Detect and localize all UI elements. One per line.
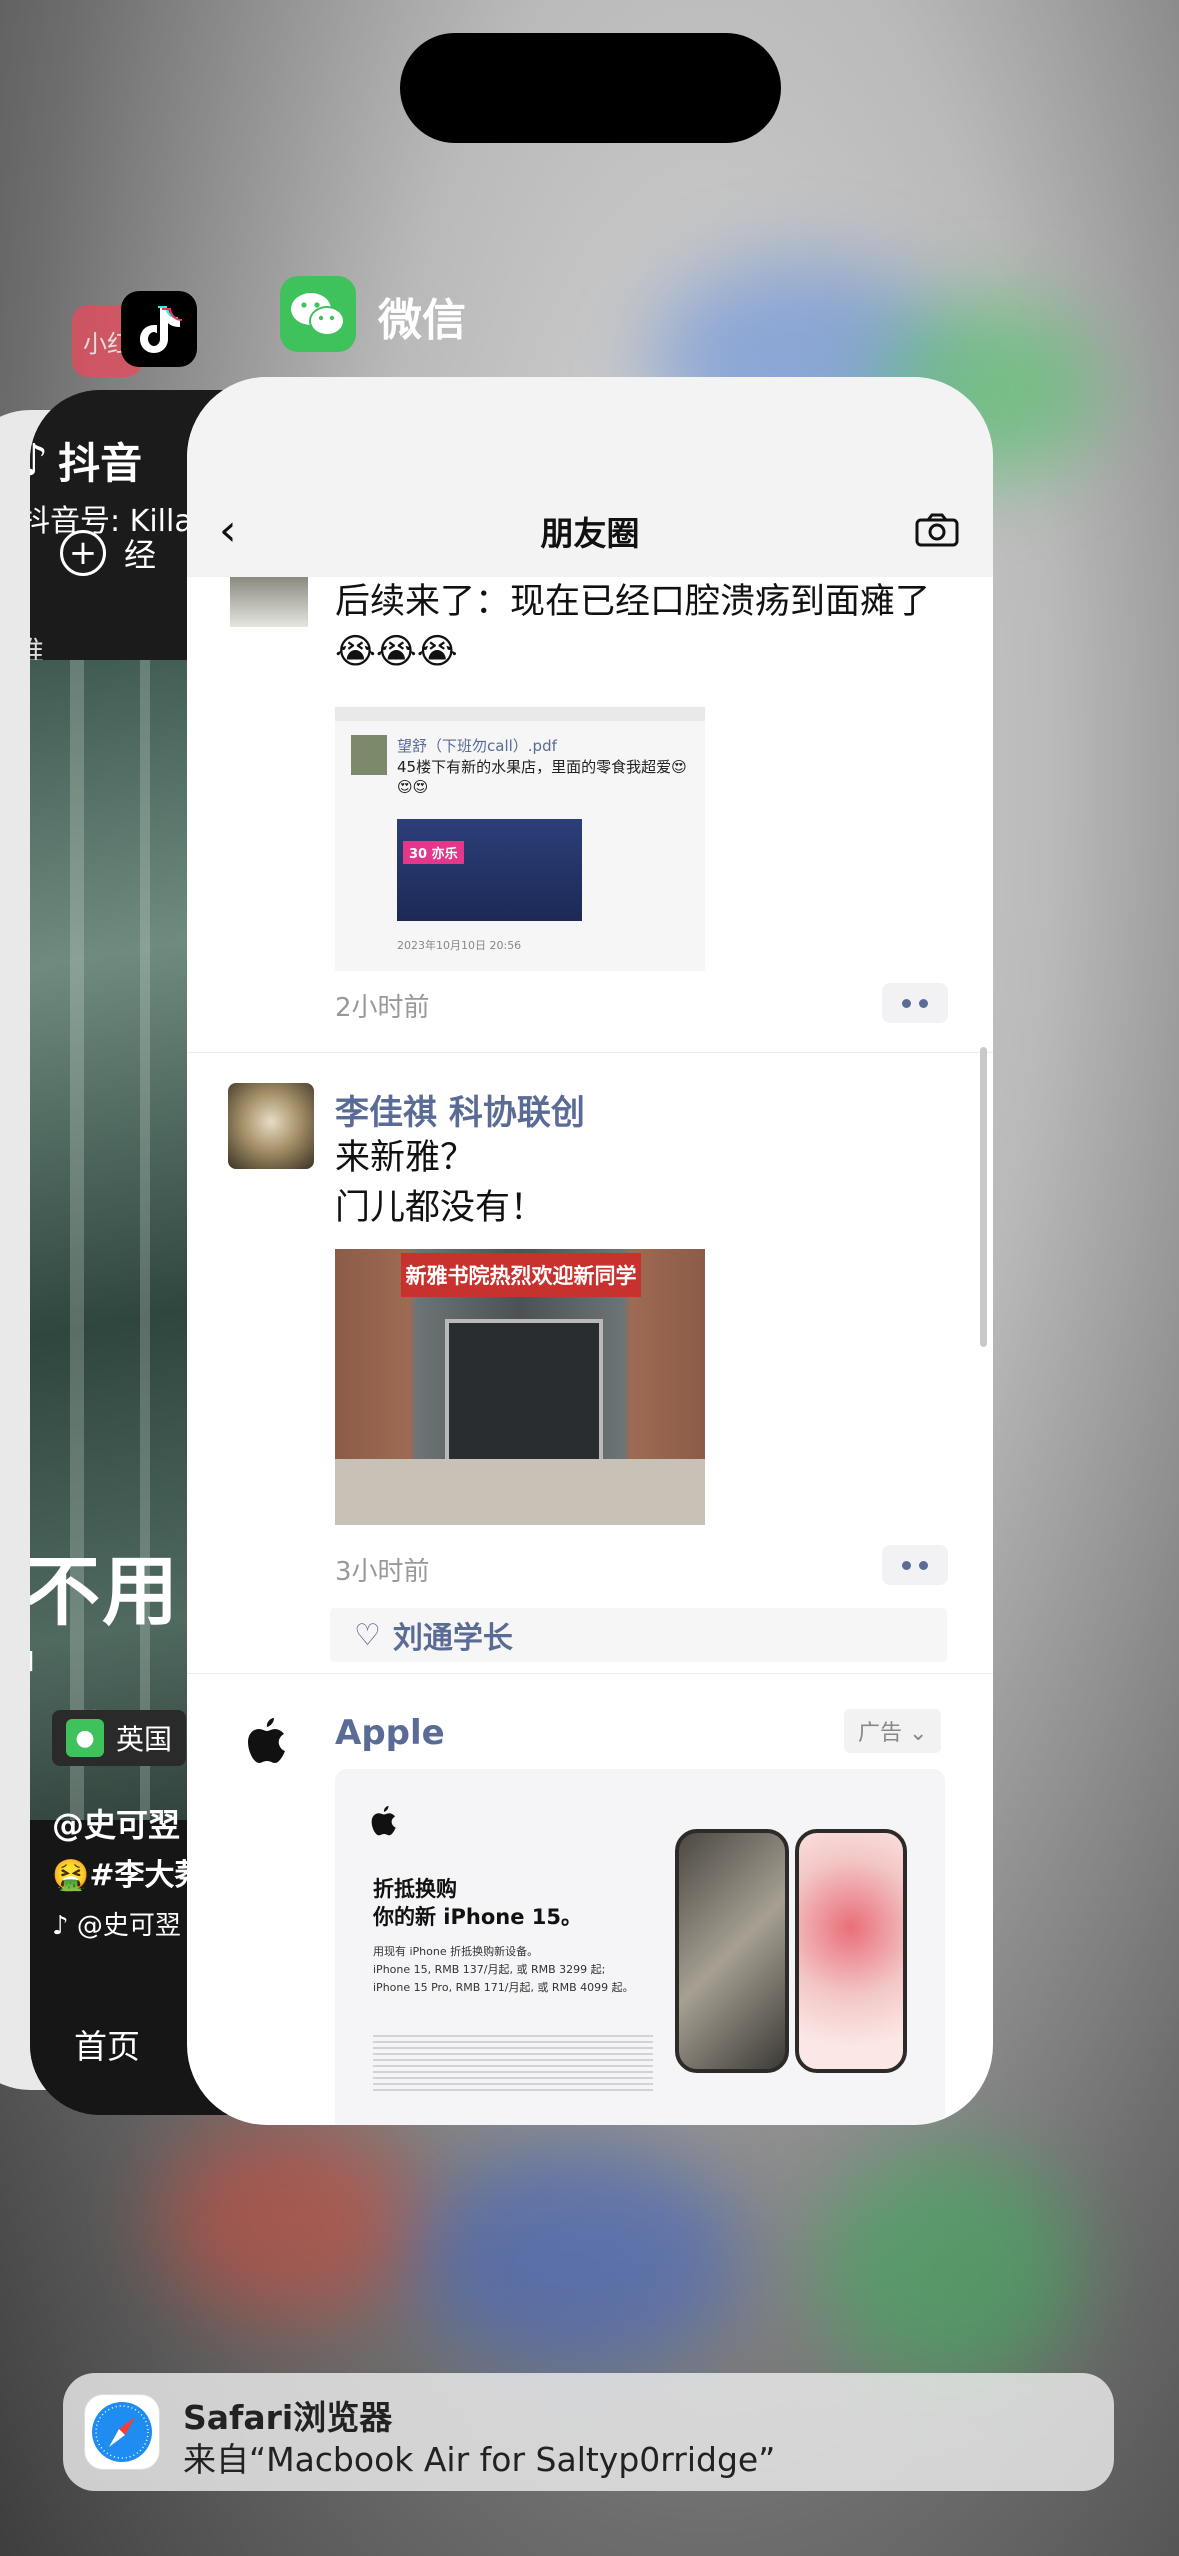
plus-icon: + bbox=[60, 530, 106, 576]
avatar[interactable] bbox=[228, 1083, 314, 1169]
attachment-photo: 30 亦乐 bbox=[397, 819, 582, 921]
location-pin-icon: ● bbox=[66, 1719, 104, 1757]
emoji-icon: 🤮 bbox=[52, 1858, 90, 1893]
dynamic-island bbox=[400, 33, 781, 143]
douyin-author[interactable]: @史可翌 bbox=[52, 1800, 180, 1846]
post-image[interactable]: 新雅书院热烈欢迎新同学 bbox=[335, 1249, 705, 1525]
apple-logo-small-icon bbox=[371, 1805, 397, 1841]
douyin-topic[interactable]: 🤮#李大莠 bbox=[52, 1850, 205, 1894]
post-text: 门儿都没有！ bbox=[335, 1188, 546, 1228]
ad-post: Apple 广告 ⌄ 折抵换购 你的新 iPhone 15。 用现有 iPhon… bbox=[187, 1673, 993, 2125]
douyin-follow-button[interactable]: + 经 bbox=[60, 530, 156, 576]
post-author[interactable]: 李佳祺 科协联创 bbox=[335, 1085, 585, 1134]
page-title: 朋友圈 bbox=[540, 514, 640, 553]
douyin-tiktok-author[interactable]: ♪ @史可翌 bbox=[52, 1905, 181, 1942]
ad-label[interactable]: 广告 ⌄ bbox=[844, 1709, 942, 1753]
wechat-app-icon bbox=[280, 276, 356, 352]
moment-post: 后续来了：现在已经口腔溃疡到面瘫了😭😭😭 望舒（下班勿call）.pdf 45楼… bbox=[187, 577, 993, 1053]
attachment-avatar bbox=[351, 735, 387, 775]
ad-body: iPhone 15 Pro, RMB 171/月起, 或 RMB 4099 起。 bbox=[373, 1981, 634, 1994]
attachment-date: 2023年10月10日 20:56 bbox=[397, 939, 522, 952]
ad-body: iPhone 15, RMB 137/月起, 或 RMB 3299 起; bbox=[373, 1963, 606, 1976]
like-user[interactable]: 刘通学长 bbox=[393, 1613, 513, 1657]
ad-headline: 折抵换购 bbox=[373, 1877, 457, 1901]
ad-headline: 你的新 iPhone 15。 bbox=[373, 1905, 583, 1929]
post-time: 2小时前 bbox=[335, 993, 430, 1023]
tiktok-icon: ♪ bbox=[52, 1911, 69, 1941]
post-text: 后续来了：现在已经口腔溃疡到面瘫了😭😭😭 bbox=[335, 582, 931, 672]
post-time: 3小时前 bbox=[335, 1557, 430, 1587]
chevron-down-icon: ⌄ bbox=[909, 1721, 928, 1746]
avatar[interactable] bbox=[230, 577, 308, 627]
safari-icon bbox=[85, 2395, 159, 2469]
wechat-app-name: 微信 bbox=[378, 295, 466, 346]
attachment-message: 45楼下有新的水果店，里面的零食我超爱😍😍😍 bbox=[397, 758, 687, 796]
ad-brand[interactable]: Apple bbox=[335, 1713, 445, 1753]
notification-app: Safari浏览器 bbox=[183, 2398, 393, 2437]
camera-icon[interactable] bbox=[915, 513, 959, 551]
tab-home[interactable]: 首页 bbox=[74, 2020, 140, 2068]
douyin-app-icon bbox=[121, 291, 197, 367]
heart-icon: ♡ bbox=[354, 1617, 381, 1653]
moments-nav-bar: ‹ 朋友圈 bbox=[187, 377, 993, 577]
shop-sign: 30 亦乐 bbox=[403, 841, 464, 864]
location-tag[interactable]: ● 英国 bbox=[52, 1710, 187, 1766]
fine-print bbox=[373, 2031, 653, 2091]
post-text: 来新雅？ bbox=[335, 1138, 476, 1178]
handoff-notification[interactable]: Safari浏览器 来自“Macbook Air for Saltyp0rrid… bbox=[63, 2373, 1114, 2491]
ad-body: 用现有 iPhone 折抵换购新设备。 bbox=[373, 1945, 539, 1958]
iphone-15-image bbox=[795, 1829, 907, 2073]
iphone-15-pro-image bbox=[675, 1829, 789, 2073]
post-image[interactable]: 望舒（下班勿call）.pdf 45楼下有新的水果店，里面的零食我超爱😍😍😍 3… bbox=[335, 707, 705, 971]
apple-logo-icon bbox=[247, 1717, 287, 1769]
welcome-banner: 新雅书院热烈欢迎新同学 bbox=[401, 1253, 641, 1297]
ad-creative[interactable]: 折抵换购 你的新 iPhone 15。 用现有 iPhone 折抵换购新设备。 … bbox=[335, 1769, 945, 2125]
notification-message: 来自“Macbook Air for Saltyp0rridge” bbox=[183, 2440, 776, 2479]
douyin-caption-overlay: 不用 bbox=[30, 1547, 180, 1636]
app-card-wechat[interactable]: ‹ 朋友圈 后续来了：现在已经口腔溃疡到面瘫了😭😭😭 望舒（下班勿call）.p… bbox=[187, 377, 993, 2125]
more-actions-button[interactable] bbox=[882, 983, 948, 1023]
douyin-brand: ♪ 抖音 bbox=[30, 430, 142, 491]
scrollbar[interactable] bbox=[980, 1047, 987, 1347]
attachment-sender: 望舒（下班勿call）.pdf bbox=[397, 737, 557, 755]
douyin-logo-icon: ♪ bbox=[30, 435, 49, 486]
more-actions-button[interactable] bbox=[882, 1545, 948, 1585]
douyin-n-text: N bbox=[30, 1645, 35, 1678]
likes-bar: ♡ 刘通学长 bbox=[330, 1608, 947, 1662]
moment-post: 李佳祺 科协联创 来新雅？ 门儿都没有！ 新雅书院热烈欢迎新同学 3小时前 ♡ … bbox=[187, 1053, 993, 1674]
